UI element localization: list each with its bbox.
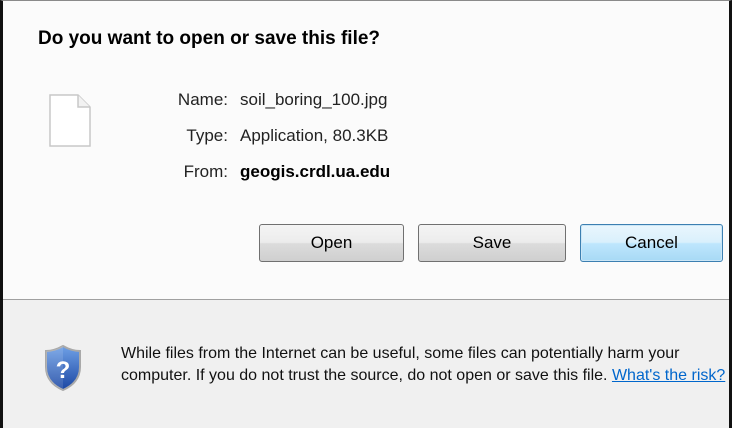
file-source-value: geogis.crdl.ua.edu: [240, 162, 391, 181]
name-label: Name:: [177, 90, 228, 109]
whats-the-risk-link[interactable]: What's the risk?: [612, 367, 725, 384]
file-icon: [49, 94, 91, 147]
dialog-question: Do you want to open or save this file?: [38, 28, 381, 49]
file-type-value: Application, 80.3KB: [240, 126, 389, 145]
cancel-button[interactable]: Cancel: [580, 224, 723, 262]
security-shield-icon: ?: [45, 345, 81, 391]
security-warning: While files from the Internet can be use…: [121, 343, 726, 387]
save-button[interactable]: Save: [418, 224, 566, 262]
open-button[interactable]: Open: [259, 224, 404, 262]
from-label: From:: [183, 162, 228, 181]
warning-text: While files from the Internet can be use…: [121, 345, 680, 384]
type-label: Type:: [186, 126, 228, 145]
file-name-value: soil_boring_100.jpg: [240, 90, 388, 109]
svg-text:?: ?: [56, 357, 71, 384]
